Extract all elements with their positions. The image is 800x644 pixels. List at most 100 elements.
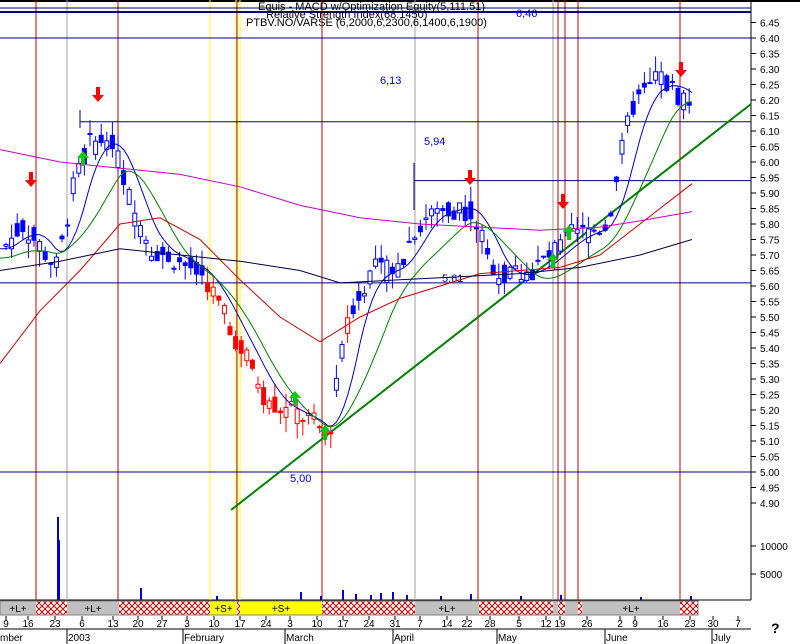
candle-body: [653, 71, 659, 81]
volume-bar: [560, 595, 562, 600]
volume-bar: [355, 594, 357, 600]
signal-label: +S+: [214, 604, 233, 615]
candle-body: [367, 270, 373, 285]
candle-body: [518, 278, 524, 283]
month-label: March: [286, 633, 314, 644]
candle-body: [300, 419, 306, 422]
x-tick-label: 31: [389, 619, 401, 630]
signal-label: +L+: [438, 604, 455, 615]
chart-header-instrument: PTBV.NO/VARSE (6,2000,6,2300,6,1400,6,19…: [246, 17, 487, 29]
level-label: 5,61: [442, 273, 463, 285]
y-tick-label: 5.80: [760, 220, 780, 231]
signal-label: +L+: [9, 604, 26, 615]
candle-body: [65, 224, 71, 227]
y-tick-label: 5.40: [760, 344, 780, 355]
x-tick-label: 2: [617, 619, 623, 630]
y-tick-label: 6.35: [760, 50, 780, 61]
x-tick-label: 9: [632, 619, 638, 630]
candle-body: [675, 88, 681, 105]
candle-body: [221, 305, 227, 315]
candle-body: [14, 223, 20, 237]
y-tick-label: 5.60: [760, 282, 780, 293]
x-tick-label: 23: [49, 619, 61, 630]
candle-body: [93, 140, 99, 155]
volume-bar: [380, 593, 382, 600]
y-tick-label: 4.95: [760, 484, 780, 495]
candle-body: [401, 258, 407, 266]
signal-segment: [553, 601, 558, 615]
x-tick-label: 16: [657, 619, 669, 630]
volume-bar: [300, 592, 302, 600]
candle-body: [76, 163, 82, 174]
buy-arrow-icon: [293, 398, 297, 406]
x-tick-label: 6: [79, 619, 85, 630]
candle-body: [356, 291, 362, 301]
y-tick-label: 5.90: [760, 189, 780, 200]
candle-body: [557, 239, 563, 252]
candle-body: [3, 244, 9, 247]
candle-body: [261, 387, 267, 406]
sell-arrow-icon: [561, 194, 565, 202]
y-tick-label: 6.00: [760, 158, 780, 169]
candle-body: [149, 255, 155, 261]
x-tick-label: 7: [735, 619, 741, 630]
x-tick-label: 3: [287, 619, 293, 630]
candle-body: [126, 188, 132, 205]
candle-body: [328, 432, 334, 435]
candle-body: [59, 235, 65, 240]
candle-body: [137, 225, 143, 238]
x-tick-label: 9: [3, 619, 9, 630]
month-label: April: [394, 633, 414, 644]
signal-segment: [565, 601, 578, 615]
x-tick-label: 16: [22, 619, 34, 630]
y-tick-label: 6.05: [760, 143, 780, 154]
x-tick-label: 23: [684, 619, 696, 630]
month-label: July: [713, 633, 731, 644]
volume-tick-label: 5000: [760, 570, 783, 581]
x-tick-label: 13: [107, 619, 119, 630]
candle-body: [608, 212, 614, 217]
candle-body: [115, 150, 121, 168]
y-tick-label: 4.90: [760, 499, 780, 510]
y-tick-label: 5.30: [760, 375, 780, 386]
y-tick-label: 5.70: [760, 251, 780, 262]
help-icon[interactable]: ?: [771, 620, 780, 636]
volume-bar: [520, 596, 522, 600]
x-tick-label: 30: [707, 619, 719, 630]
x-tick-label: 10: [311, 619, 323, 630]
candle-body: [132, 212, 138, 227]
x-tick-label: 26: [581, 619, 593, 630]
candle-body: [143, 239, 149, 244]
candle-body: [109, 134, 115, 150]
candle-body: [384, 259, 390, 283]
y-tick-label: 5.20: [760, 406, 780, 417]
x-tick-label: 19: [554, 619, 566, 630]
candle-body: [496, 278, 502, 285]
candle-body: [171, 267, 177, 270]
candle-body: [541, 255, 547, 258]
y-tick-label: 6.10: [760, 127, 780, 138]
y-tick-label: 6.20: [760, 96, 780, 107]
y-tick-label: 5.85: [760, 205, 780, 216]
candle-body: [485, 248, 491, 255]
buy-arrow-icon: [323, 432, 327, 440]
y-tick-label: 6.45: [760, 19, 780, 30]
candle-body: [350, 305, 356, 315]
volume-bar: [470, 594, 472, 600]
y-tick-label: 5.05: [760, 453, 780, 464]
volume-tick-label: 10000: [760, 542, 788, 553]
volume-bar: [140, 588, 142, 600]
x-tick-label: 14: [441, 619, 453, 630]
level-label: 6,13: [380, 75, 401, 87]
x-tick-label: 3: [184, 619, 190, 630]
sell-arrow-icon: [468, 170, 472, 178]
y-tick-label: 5.15: [760, 422, 780, 433]
month-label: February: [184, 633, 224, 644]
x-tick-label: 20: [132, 619, 144, 630]
x-tick-label: 7: [417, 619, 423, 630]
y-tick-label: 5.65: [760, 267, 780, 278]
candle-body: [233, 336, 239, 350]
candle-body: [636, 89, 642, 95]
candle-body: [434, 208, 440, 214]
y-tick-label: 6.30: [760, 65, 780, 76]
